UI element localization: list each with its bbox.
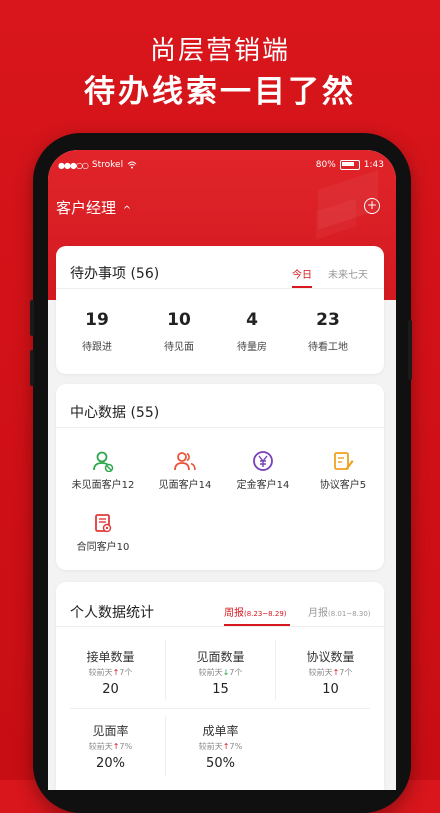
stat-value: 15	[212, 682, 229, 697]
tab-next-seven-days[interactable]: 未来七天	[328, 266, 368, 281]
stat-close-rate: 成单率 较前天↑7% 50%	[166, 722, 275, 771]
phone-side-button-left-2	[30, 350, 34, 386]
stat-value: 10	[322, 682, 339, 697]
todo-label: 待看工地	[308, 342, 348, 353]
stat-label: 见面率	[92, 724, 129, 738]
wifi-icon	[127, 161, 137, 169]
stat-label: 见面数量	[196, 650, 245, 664]
todo-count: 10	[167, 310, 191, 330]
stat-value: 20	[102, 682, 119, 697]
yen-icon	[253, 451, 273, 471]
phone-screen: ●●●○○ Strokel 80% 1:43 客户经理 ^ + 待办事项 (56…	[48, 150, 396, 790]
phone-side-button-left-1	[30, 300, 34, 336]
role-selector[interactable]: 客户经理 ^	[56, 197, 131, 218]
role-selector-label: 客户经理	[56, 199, 117, 217]
stat-compare: 较前天↑7%	[88, 742, 133, 751]
status-right: 80% 1:43	[316, 160, 384, 170]
carrier-name: Strokel	[91, 160, 124, 170]
status-left: ●●●○○ Strokel	[58, 160, 137, 170]
todo-label: 待跟进	[82, 342, 112, 353]
arrow-up-icon: ↑	[112, 742, 120, 751]
tab-weekly-range: (8.23~8.29)	[244, 610, 287, 618]
stat-value: 20%	[96, 756, 125, 771]
personal-stats-title: 个人数据统计	[70, 605, 154, 621]
center-item-label: 定金客户14	[236, 480, 290, 491]
todo-label: 待量房	[237, 342, 267, 353]
stat-label: 接单数量	[86, 650, 135, 664]
stat-compare: 较前天↑7%	[198, 742, 243, 751]
hero-title: 待办线索一目了然	[84, 74, 356, 110]
tab-weekly-report[interactable]: 周报(8.23~8.29)	[224, 604, 287, 619]
stat-compare: 较前天↑7个	[88, 668, 133, 677]
hero-subtitle: 尚层营销端	[149, 36, 290, 66]
stat-value: 50%	[206, 756, 235, 771]
todo-card-title: 待办事项 (56)	[70, 266, 160, 282]
center-item-agreement-customers[interactable]: 协议客户5	[302, 450, 384, 491]
stat-meetings: 见面数量 较前天↓7个 15	[166, 648, 275, 697]
user-icon	[93, 451, 114, 472]
center-data-card: 中心数据 (55) 未见面客户12 见面客户14 定金客户14 协议客户5 合同…	[56, 384, 384, 570]
center-item-label: 合同客户10	[76, 542, 130, 553]
stat-meeting-rate: 见面率 较前天↑7% 20%	[56, 722, 165, 771]
stat-agreements: 协议数量 较前天↑7个 10	[276, 648, 385, 697]
center-divider	[56, 427, 384, 428]
center-item-label: 未见面客户12	[71, 480, 135, 491]
signal-dots-icon: ●●●○○	[58, 160, 89, 170]
tab-monthly-report[interactable]: 月报(8.01~8.30)	[308, 604, 371, 619]
todo-label: 待见面	[164, 342, 194, 353]
center-item-label: 协议客户5	[319, 480, 367, 491]
battery-percent: 80%	[315, 160, 336, 170]
stat-compare: 较前天↓7个	[198, 668, 243, 677]
stat-orders: 接单数量 较前天↑7个 20	[56, 648, 165, 697]
stats-row-divider	[70, 708, 370, 709]
edit-doc-icon	[334, 452, 354, 470]
center-item-unmet-customers[interactable]: 未见面客户12	[62, 450, 144, 491]
todo-count: 23	[316, 310, 340, 330]
todo-item-meet[interactable]: 10 待见面	[138, 310, 220, 353]
tab-weekly-label: 周报	[224, 608, 244, 619]
stat-label: 成单率	[202, 724, 239, 738]
todo-count: 4	[246, 310, 258, 330]
center-item-deposit-customers[interactable]: 定金客户14	[220, 450, 306, 491]
add-icon[interactable]: +	[364, 198, 380, 214]
tab-monthly-label: 月报	[308, 608, 328, 619]
stat-compare: 较前天↑7个	[308, 668, 353, 677]
clock: 1:43	[363, 160, 384, 170]
personal-stats-card: 个人数据统计 周报(8.23~8.29) 月报(8.01~8.30) 接单数量 …	[56, 582, 384, 790]
todo-item-follow-up[interactable]: 19 待跟进	[56, 310, 138, 353]
todo-divider	[56, 288, 384, 289]
center-item-met-customers[interactable]: 见面客户14	[144, 450, 226, 491]
users-icon	[174, 452, 196, 471]
todo-count: 19	[85, 310, 109, 330]
stats-divider	[56, 626, 384, 627]
arrow-up-icon: ↑	[222, 742, 230, 751]
contract-icon	[95, 514, 112, 533]
todo-item-site-visit[interactable]: 23 待看工地	[287, 310, 369, 353]
tab-monthly-range: (8.01~8.30)	[328, 610, 371, 618]
status-bar: ●●●○○ Strokel 80% 1:43	[48, 150, 396, 180]
center-item-label: 见面客户14	[158, 480, 212, 491]
center-item-contract-customers[interactable]: 合同客户10	[62, 512, 144, 553]
tab-today[interactable]: 今日	[292, 266, 312, 281]
todo-card: 待办事项 (56) 今日 未来七天 19 待跟进 10 待见面 4 待量房 23…	[56, 246, 384, 374]
stat-label: 协议数量	[306, 650, 355, 664]
chevron-up-icon: ^	[122, 205, 132, 216]
phone-side-button-right	[408, 320, 412, 380]
todo-item-measure[interactable]: 4 待量房	[211, 310, 293, 353]
battery-icon	[339, 160, 360, 170]
center-data-title: 中心数据 (55)	[70, 405, 160, 421]
